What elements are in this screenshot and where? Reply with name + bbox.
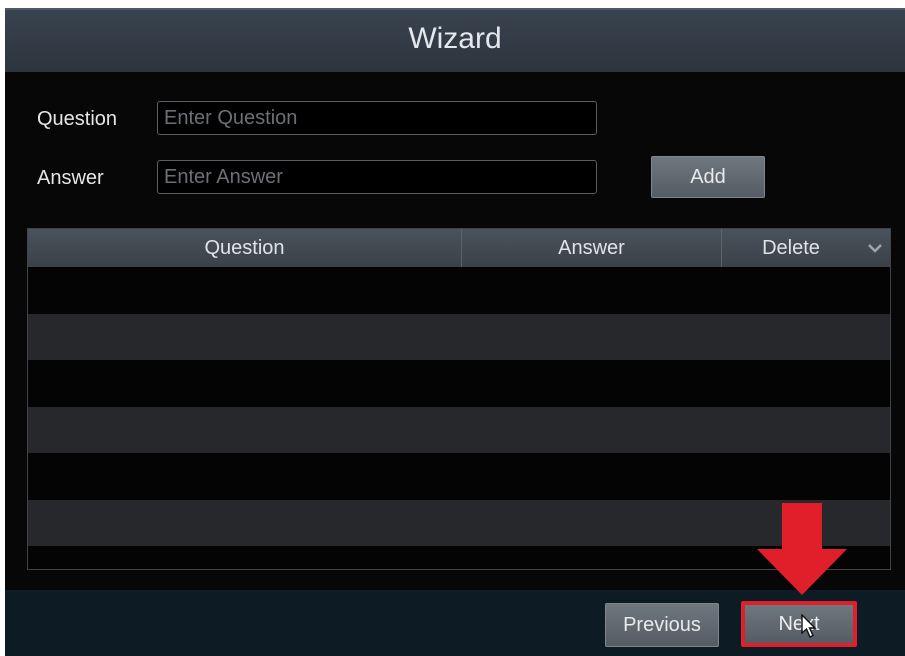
chevron-down-icon[interactable] [860,229,890,267]
column-header-delete[interactable]: Delete [722,229,860,267]
table-row [28,267,890,314]
question-input[interactable] [157,101,597,135]
title-bar: Wizard [5,0,905,72]
add-button[interactable]: Add [651,156,765,198]
answer-label: Answer [37,167,104,189]
next-button[interactable]: Next [741,601,857,647]
window-title: Wizard [408,22,502,55]
table-row [28,453,890,500]
table-row [28,406,890,453]
previous-button[interactable]: Previous [605,603,719,647]
question-label: Question [37,108,118,130]
table-row [28,313,890,360]
column-header-answer[interactable]: Answer [462,229,722,267]
table-header: Question Answer Delete [28,229,890,267]
answer-input[interactable] [157,160,597,194]
arrow-down-icon [757,503,847,595]
column-header-question[interactable]: Question [28,229,462,267]
title-bar-edge [5,8,905,10]
wizard-window: Wizard Question Answer Add Question Answ… [5,0,905,656]
cursor-icon [801,614,817,638]
table-row [28,360,890,407]
